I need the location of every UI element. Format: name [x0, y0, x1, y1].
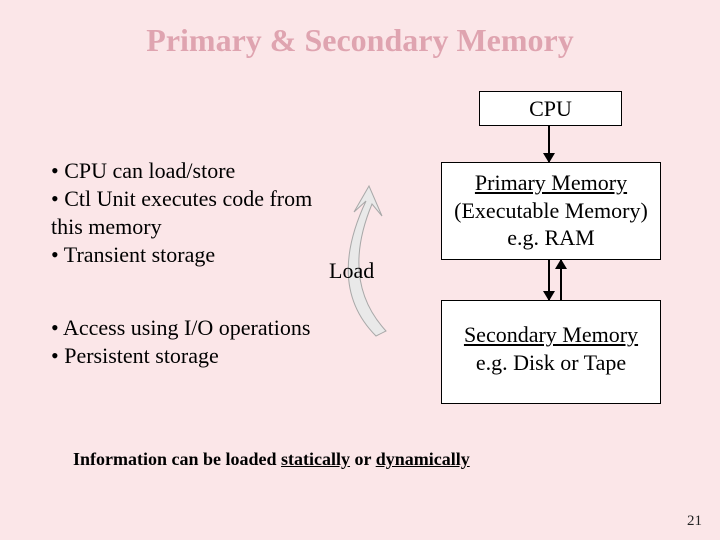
secondary-example: e.g. Disk or Tape	[442, 349, 660, 377]
load-label: Load	[329, 258, 374, 284]
page-number: 21	[687, 513, 702, 530]
bullet-item: • CPU can load/store	[51, 157, 341, 185]
footnote: Information can be loaded statically or …	[73, 449, 470, 470]
slide-title: Primary & Secondary Memory	[0, 22, 720, 59]
cpu-box: CPU	[479, 91, 622, 126]
primary-subtitle: (Executable Memory)	[442, 197, 660, 225]
primary-bullets: • CPU can load/store • Ctl Unit executes…	[51, 157, 341, 270]
footnote-middle: or	[350, 449, 376, 469]
arrow-primary-to-secondary-down	[548, 260, 550, 300]
primary-title: Primary Memory	[442, 169, 660, 197]
bullet-item: • Persistent storage	[51, 342, 351, 370]
footnote-prefix: Information can be loaded	[73, 449, 281, 469]
arrow-cpu-to-primary	[548, 126, 550, 162]
footnote-word-dynamically: dynamically	[376, 449, 470, 469]
secondary-memory-box: Secondary Memory e.g. Disk or Tape	[441, 300, 661, 404]
primary-memory-box: Primary Memory (Executable Memory) e.g. …	[441, 162, 661, 260]
secondary-title: Secondary Memory	[442, 321, 660, 349]
arrow-secondary-to-primary-up	[560, 260, 562, 300]
primary-example: e.g. RAM	[442, 224, 660, 252]
bullet-item: • Transient storage	[51, 241, 341, 269]
bullet-item: • Ctl Unit executes code from this memor…	[51, 185, 341, 241]
cpu-label: CPU	[529, 96, 572, 122]
footnote-word-statically: statically	[281, 449, 350, 469]
